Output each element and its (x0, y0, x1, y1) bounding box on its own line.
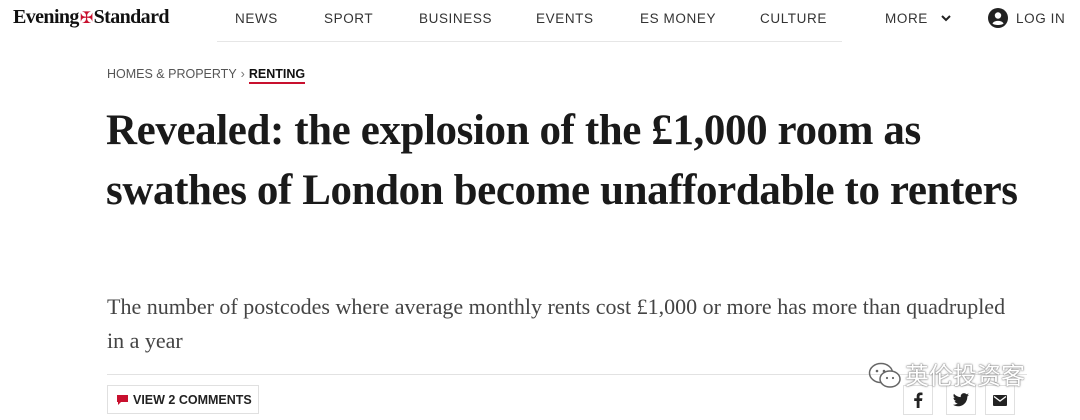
article-headline: Revealed: the explosion of the £1,000 ro… (106, 107, 1018, 214)
nav-item-events[interactable]: EVENTS (536, 11, 594, 26)
wechat-icon (868, 362, 901, 388)
breadcrumb-current[interactable]: RENTING (248, 67, 306, 84)
nav-item-culture[interactable]: CULTURE (760, 11, 827, 26)
view-comments-button[interactable]: VIEW 2 COMMENTS (107, 385, 259, 414)
site-logo[interactable]: Evening✠Standard (13, 6, 169, 29)
logo-mark-icon: ✠ (79, 10, 93, 27)
facebook-icon (914, 392, 923, 408)
comments-label: VIEW 2 COMMENTS (133, 393, 252, 407)
twitter-icon (953, 393, 969, 407)
breadcrumb-parent[interactable]: HOMES & PROPERTY (107, 67, 237, 81)
comment-icon (117, 395, 128, 405)
chevron-down-icon (941, 15, 951, 22)
site-header: Evening✠Standard NEWS SPORT BUSINESS EVE… (0, 0, 1080, 42)
wechat-watermark: 英伦投资客 (868, 356, 1025, 391)
main-nav: NEWS SPORT BUSINESS EVENTS ES MONEY CULT… (217, 0, 842, 42)
logo-text-evening: Evening (13, 6, 79, 28)
nav-item-news[interactable]: NEWS (235, 11, 278, 26)
logo-text-standard: Standard (93, 6, 170, 28)
breadcrumb-separator: › (240, 67, 245, 81)
account-icon (988, 8, 1008, 28)
nav-item-es-money[interactable]: ES MONEY (640, 11, 716, 26)
more-label: MORE (885, 11, 928, 26)
more-menu-button[interactable]: MORE (885, 11, 952, 26)
breadcrumb: HOMES & PROPERTY › RENTING (107, 67, 306, 84)
article-standfirst: The number of postcodes where average mo… (107, 294, 1006, 353)
nav-item-sport[interactable]: SPORT (324, 11, 373, 26)
login-button[interactable]: LOG IN (988, 8, 1065, 28)
login-label: LOG IN (1016, 11, 1066, 26)
watermark-text: 英伦投资客 (905, 362, 1025, 390)
email-icon (993, 394, 1007, 406)
nav-item-business[interactable]: BUSINESS (419, 11, 492, 26)
